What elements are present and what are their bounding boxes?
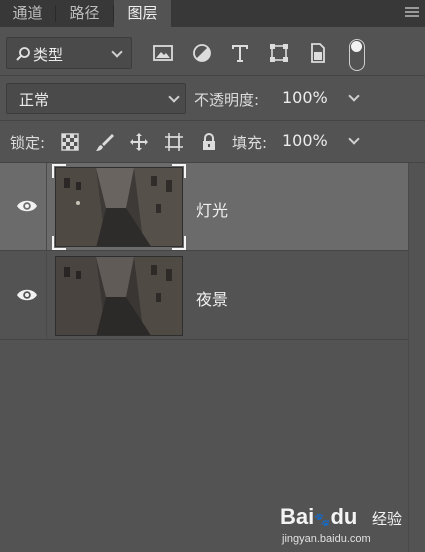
- divider: [0, 120, 425, 121]
- fill-chevron-down-icon[interactable]: [348, 133, 360, 145]
- eye-visibility-icon[interactable]: [16, 286, 38, 304]
- layer-thumbnail[interactable]: [55, 167, 183, 247]
- layer-thumbnail[interactable]: [55, 256, 183, 336]
- filter-toggle-switch[interactable]: [349, 39, 365, 71]
- blend-mode-select[interactable]: 正常: [6, 83, 186, 114]
- tab-layers[interactable]: 图层: [114, 0, 171, 27]
- layer-name[interactable]: 夜景: [196, 286, 228, 310]
- type-filter-icon[interactable]: [229, 42, 251, 64]
- eye-visibility-icon[interactable]: [16, 197, 38, 215]
- row-divider: [46, 163, 47, 251]
- row-divider: [0, 250, 408, 251]
- lock-position-icon[interactable]: [129, 132, 149, 152]
- filter-kind-label: 类型: [33, 46, 64, 64]
- layer-name[interactable]: 灯光: [196, 197, 228, 221]
- layers-scrollbar[interactable]: [408, 163, 425, 552]
- layer-row-lights[interactable]: 灯光: [0, 163, 408, 251]
- tab-paths[interactable]: 路径: [56, 0, 113, 27]
- shape-filter-icon[interactable]: [268, 42, 290, 64]
- lock-transparent-pixels-icon[interactable]: [60, 132, 80, 152]
- divider: [0, 75, 425, 76]
- lock-all-icon[interactable]: [199, 132, 219, 152]
- selection-corner: [52, 236, 66, 250]
- smart-object-filter-icon[interactable]: [306, 42, 328, 64]
- tab-channels[interactable]: 通道: [0, 0, 55, 27]
- selection-corner: [52, 164, 66, 178]
- row-divider: [0, 339, 408, 340]
- selection-corner: [172, 236, 186, 250]
- selection-corner: [172, 164, 186, 178]
- fill-label: 填充:: [232, 134, 268, 152]
- opacity-input[interactable]: 100%: [282, 88, 328, 107]
- opacity-chevron-down-icon[interactable]: [348, 90, 360, 102]
- watermark-brand-cn: 经验: [372, 510, 403, 528]
- toggle-knob: [351, 41, 362, 52]
- panel-menu-icon[interactable]: [405, 7, 419, 19]
- watermark-logo: Bai🐾du 经验 jingyan.baidu.com: [280, 500, 420, 550]
- chevron-down-icon: [111, 46, 123, 58]
- watermark-brand: Bai🐾du: [280, 504, 358, 529]
- row-divider: [46, 252, 47, 340]
- watermark-url: jingyan.baidu.com: [282, 533, 371, 545]
- lock-label: 锁定:: [10, 134, 46, 152]
- chevron-down-icon: [168, 91, 180, 103]
- search-icon: [16, 47, 30, 61]
- image-filter-icon[interactable]: [152, 42, 174, 64]
- adjustment-filter-icon[interactable]: [191, 42, 213, 64]
- lock-artboard-icon[interactable]: [164, 132, 184, 152]
- blend-mode-value: 正常: [19, 91, 50, 109]
- opacity-label: 不透明度:: [194, 91, 260, 109]
- panel-tab-bar: 通道 路径 图层: [0, 0, 425, 27]
- fill-input[interactable]: 100%: [282, 131, 328, 150]
- layer-row-night-scene[interactable]: 夜景: [0, 252, 408, 340]
- lock-image-pixels-icon[interactable]: [95, 132, 115, 152]
- filter-kind-select[interactable]: 类型: [6, 37, 132, 69]
